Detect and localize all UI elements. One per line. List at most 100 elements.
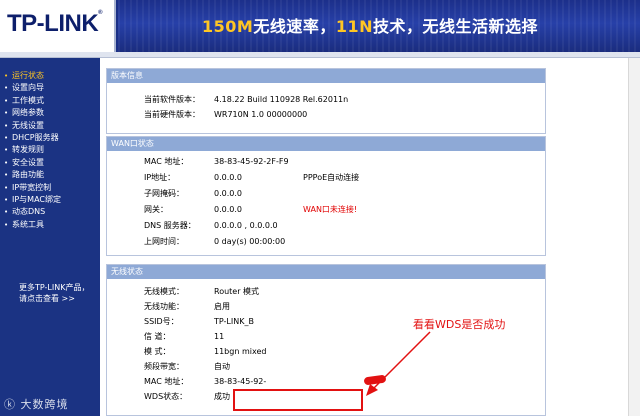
sidebar-item-label[interactable]: 系统工具: [12, 220, 44, 229]
sidebar-item[interactable]: • 运行状态: [0, 70, 100, 82]
row-label: WDS状态：: [144, 392, 188, 401]
logo-box: TP-LINK®: [0, 0, 116, 52]
row-label: MAC 地址：: [144, 157, 189, 166]
slogan-speed: 150M: [202, 17, 254, 36]
logo-label: TP-LINK: [7, 10, 99, 37]
sidebar-item-label[interactable]: 转发规则: [12, 145, 44, 154]
status-row: MAC 地址： 38-83-45-92-2F-F9: [107, 155, 547, 168]
sidebar-item[interactable]: • 设置向导: [0, 82, 100, 94]
row-value: 0.0.0.0: [214, 189, 242, 198]
row-label: 模 式：: [144, 347, 171, 356]
annotation-text: 看看WDS是否成功: [413, 318, 506, 331]
tp-link-logo: TP-LINK®: [7, 10, 103, 37]
row-value: 38-83-45-92-2F-F9: [214, 157, 289, 166]
bullet-icon: •: [4, 72, 9, 80]
row-value: 0.0.0.0: [214, 173, 242, 182]
banner-slogan: 150M无线速率，11N技术，无线生活新选择: [202, 13, 538, 37]
row-extra: WAN口未连接!: [303, 205, 358, 214]
sidebar-item[interactable]: • 转发规则: [0, 144, 100, 156]
status-row: 网关： 0.0.0.0 WAN口未连接!: [107, 203, 547, 216]
slogan-text-1: 无线速率，: [253, 17, 336, 36]
bullet-icon: •: [4, 195, 9, 204]
sidebar-item[interactable]: • 动态DNS: [0, 206, 100, 218]
status-row: 无线功能： 启用: [107, 300, 547, 313]
watermark: ⓚ 大数跨境: [4, 396, 69, 412]
more-products-link[interactable]: 更多TP-LINK产品， 请点击查看 >>: [19, 282, 89, 304]
row-value: 0.0.0.0 , 0.0.0.0: [214, 221, 278, 230]
row-label: 当前硬件版本：: [144, 110, 200, 119]
row-value: 11bgn mixed: [214, 347, 267, 356]
status-row: IP地址： 0.0.0.0 PPPoE自动连接: [107, 171, 547, 184]
row-label: 子网掩码：: [144, 189, 184, 198]
sidebar-item-label[interactable]: 设置向导: [12, 83, 44, 92]
bullet-icon: •: [4, 121, 9, 130]
sidebar-item-label[interactable]: 安全设置: [12, 158, 44, 167]
sidebar-item[interactable]: • DHCP服务器: [0, 132, 100, 144]
row-value: 11: [214, 332, 225, 341]
sidebar-item-label[interactable]: IP带宽控制: [12, 183, 51, 192]
panel-title: 版本信息: [107, 69, 545, 83]
row-value: 38-83-45-92-: [214, 377, 267, 386]
status-row: 频段带宽： 自动: [107, 360, 547, 373]
sidebar-item-label[interactable]: 工作模式: [12, 96, 44, 105]
bullet-icon: •: [4, 146, 9, 155]
more-products-line2[interactable]: 请点击查看 >>: [19, 293, 89, 304]
scrollbar[interactable]: [628, 58, 640, 416]
row-value: WR710N 1.0 00000000: [214, 110, 308, 119]
row-value: 4.18.22 Build 110928 Rel.62011n: [214, 95, 349, 104]
sidebar-item-label[interactable]: IP与MAC绑定: [12, 195, 61, 204]
sidebar-item[interactable]: • IP与MAC绑定: [0, 194, 100, 206]
sidebar-item-label[interactable]: 动态DNS: [12, 207, 45, 216]
status-row: MAC 地址： 38-83-45-92-: [107, 375, 547, 388]
row-value: 自动: [214, 362, 230, 371]
status-row: 当前硬件版本： WR710N 1.0 00000000: [107, 108, 547, 121]
bullet-icon: •: [4, 183, 9, 192]
row-value: 0 day(s) 00:00:00: [214, 237, 286, 246]
sidebar-item[interactable]: • IP带宽控制: [0, 182, 100, 194]
sidebar-item[interactable]: • 安全设置: [0, 157, 100, 169]
bullet-icon: •: [4, 84, 9, 93]
row-extra: PPPoE自动连接: [303, 173, 360, 182]
sidebar-item-label[interactable]: 无线设置: [12, 121, 44, 130]
wds-highlight-box: [233, 389, 363, 411]
version-info-panel: 版本信息 当前软件版本： 4.18.22 Build 110928 Rel.620…: [106, 68, 546, 134]
bullet-icon: •: [4, 158, 9, 167]
sidebar-item-label[interactable]: 路由功能: [12, 170, 44, 179]
row-value: TP-LINK_B: [214, 317, 254, 326]
watermark-text: 大数跨境: [20, 398, 69, 411]
row-label: 频段带宽：: [144, 362, 184, 371]
row-label: MAC 地址：: [144, 377, 189, 386]
sidebar-menu: • 运行状态 • 设置向导 • 工作模式 • 网络参数 • 无线设置 • DHCP服务器 • 转发规则 • 安…: [0, 70, 100, 231]
status-row: 当前软件版本： 4.18.22 Build 110928 Rel.62011n: [107, 93, 547, 106]
sidebar-item-label[interactable]: 网络参数: [12, 108, 44, 117]
sidebar-item[interactable]: • 工作模式: [0, 95, 100, 107]
sidebar-item[interactable]: • 网络参数: [0, 107, 100, 119]
slogan-text-2: 技术，无线生活新选择: [373, 17, 539, 36]
bullet-icon: •: [4, 208, 9, 217]
sidebar-item[interactable]: • 无线设置: [0, 120, 100, 132]
bullet-icon: •: [4, 171, 9, 180]
row-label: 无线功能：: [144, 302, 184, 311]
row-label: 无线模式：: [144, 287, 184, 296]
row-label: 上网时间：: [144, 237, 184, 246]
row-value: 0.0.0.0: [214, 205, 242, 214]
status-row: 模 式： 11bgn mixed: [107, 345, 547, 358]
row-value: 启用: [214, 302, 230, 311]
sidebar-item[interactable]: • 系统工具: [0, 219, 100, 231]
row-label: IP地址：: [144, 173, 176, 182]
bullet-icon: •: [4, 96, 9, 105]
banner: TP-LINK® 150M无线速率，11N技术，无线生活新选择: [0, 0, 640, 52]
sidebar: • 运行状态 • 设置向导 • 工作模式 • 网络参数 • 无线设置 • DHCP服务器 • 转发规则 • 安…: [0, 58, 100, 416]
sidebar-item[interactable]: • 路由功能: [0, 169, 100, 181]
row-value: 成功: [214, 392, 230, 401]
row-label: 当前软件版本：: [144, 95, 200, 104]
status-row: 上网时间： 0 day(s) 00:00:00: [107, 235, 547, 248]
panel-title: 无线状态: [107, 265, 545, 279]
watermark-icon: ⓚ: [4, 398, 16, 411]
bullet-icon: •: [4, 109, 9, 118]
sidebar-item-label[interactable]: 运行状态: [12, 71, 44, 80]
status-row: 无线模式： Router 模式: [107, 285, 547, 298]
more-products-line1[interactable]: 更多TP-LINK产品，: [19, 282, 89, 293]
sidebar-item-label[interactable]: DHCP服务器: [12, 133, 59, 142]
bullet-icon: •: [4, 220, 9, 229]
